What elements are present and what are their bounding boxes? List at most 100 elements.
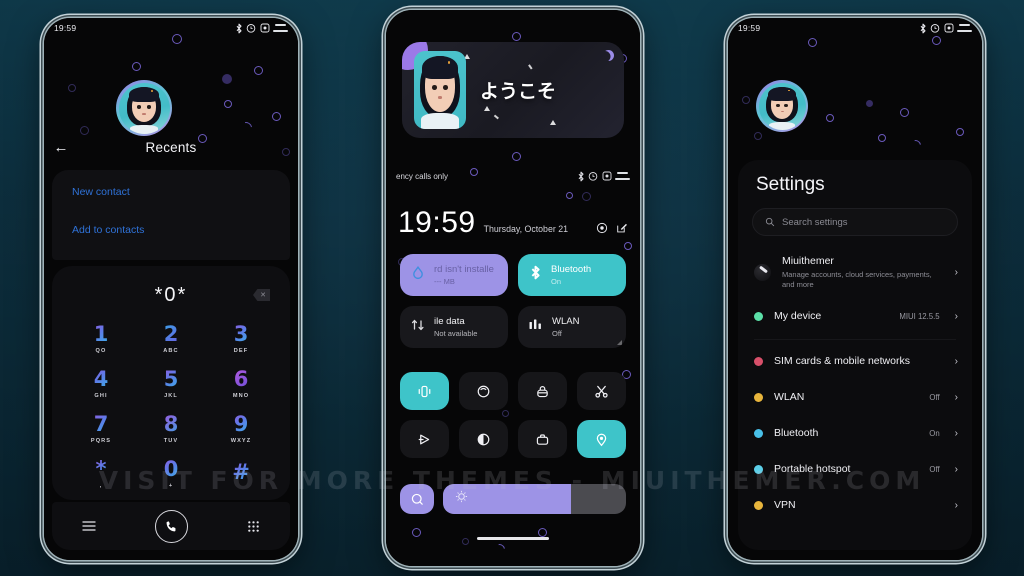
dialpad-digit: 7 [93,411,109,436]
scissors-screenshot-icon[interactable] [577,372,626,410]
dialpad-key-8[interactable]: 8 TUV [136,406,206,451]
dialpad-digit: 3 [233,321,249,346]
bluetooth-icon [528,264,543,286]
brightness-icon [455,490,468,508]
settings-divider [754,338,956,340]
dialpad-key-4[interactable]: 4 GHI [66,361,136,406]
menu-icon[interactable] [82,520,96,532]
phone-call-icon[interactable] [154,509,188,543]
brightness-slider[interactable] [443,484,626,514]
dialpad-key-star[interactable]: *, [66,451,136,496]
settings-row-account[interactable]: Miuithemer Manage accounts, cloud servic… [738,246,972,299]
chevron-right-icon: › [954,464,958,476]
account-name: Miuithemer [782,255,834,267]
edit-icon[interactable] [616,222,628,234]
backspace-icon[interactable]: ✕ [253,289,270,301]
qs-tile-storage-drop[interactable]: rd isn't installe --- MB [400,254,508,296]
settings-row-portable-hotspot[interactable]: Portable hotspot Off › [738,452,972,488]
battery-icon [273,24,288,32]
qs-tile-bluetooth[interactable]: Bluetooth On [518,254,626,296]
phone-2-screen: ようこそ ency calls only 19:59 Thursday, Oct… [386,10,640,566]
dialpad-letters: DEF [233,347,249,354]
status-time: 19:59 [54,23,77,33]
assistant-icon[interactable] [400,484,434,514]
avatar-image [118,82,170,134]
settings-row-dot-icon [754,312,763,322]
qs-tile-text: ile data Not available [434,316,477,337]
settings-row-text: My device [774,310,888,323]
dark-mode-icon[interactable] [459,420,508,458]
dialpad-key-hash[interactable]: # [206,451,276,496]
qs-tile-wifi-bars[interactable]: WLAN Off [518,306,626,348]
lock-icon[interactable] [518,372,567,410]
dialpad-digit: 5 [163,366,179,391]
dialpad-key-2[interactable]: 2 ABC [136,316,206,361]
dialpad-key-1[interactable]: 1 QO [66,316,136,361]
search-input[interactable]: Search settings [752,208,958,236]
chevron-right-icon: › [954,356,958,368]
settings-rows: My device MIUI 12.5.5 › SIM cards & mobile … [738,299,972,524]
dialpad-letters: GHI [94,392,108,399]
qs-tile-text: WLAN Off [552,316,579,337]
settings-row-sim-cards-mobile-networks[interactable]: SIM cards & mobile networks › [738,344,972,380]
qs-tile-label: ile data [434,316,465,328]
alarm-icon [930,24,940,33]
qs-tile-mobile-data[interactable]: ile data Not available [400,306,508,348]
settings-row-label: SIM cards & mobile networks [774,355,910,368]
dialpad-key-3[interactable]: 3 DEF [206,316,276,361]
dialer-header: ← Recents [44,140,298,155]
clock-actions [596,222,628,238]
dialpad-digit: # [232,459,250,484]
settings-row-vpn[interactable]: VPN › [738,488,972,524]
account-avatar [754,263,771,281]
settings-row-dot-icon [754,393,763,403]
status-time: 19:59 [738,23,761,33]
settings-row-dot-icon [754,465,763,475]
dialpad-icon[interactable] [247,520,260,533]
home-bar[interactable] [477,536,549,540]
dialpad-letters: JKL [164,392,178,399]
flashlight-icon[interactable] [459,372,508,410]
settings-row-dot-icon [754,357,763,367]
page-title: Recents [145,140,197,155]
dialpad-digit: 1 [93,321,109,346]
status-bar: 19:59 [44,18,298,38]
dialpad-digit: * [95,456,107,481]
dialpad-key-7[interactable]: 7 PQRS [66,406,136,451]
bluetooth-icon [578,171,584,181]
dialpad-digit: 2 [163,321,179,346]
avatar[interactable] [756,80,808,132]
dialpad-digit: 6 [233,366,249,391]
dialpad-key-0[interactable]: 0 + [136,451,206,496]
vibrate-icon[interactable] [400,372,449,410]
settings-row-bluetooth[interactable]: Bluetooth On › [738,416,972,452]
dialpad: *0* ✕ 1 QO 2 ABC 3 DEF 4 GHI 5 JKL 6 MNO 7 PQRS 8 TUV 9 W… [52,266,290,500]
add-to-contacts-link[interactable]: Add to contacts [72,224,270,236]
mobile-data-icon [410,317,426,338]
qs-tile-sub: Not available [434,328,478,338]
avatar-image [758,82,806,130]
settings-row-wlan[interactable]: WLAN Off › [738,380,972,416]
settings-row-value: Off [929,393,940,403]
new-contact-link[interactable]: New contact [72,186,270,198]
dialpad-digit: 4 [93,366,109,391]
welcome-widget[interactable]: ようこそ [402,42,624,138]
location-icon[interactable] [577,420,626,458]
settings-row-text: SIM cards & mobile networks [774,355,929,368]
dialpad-key-5[interactable]: 5 JKL [136,361,206,406]
dialpad-key-9[interactable]: 9 WXYZ [206,406,276,451]
qs-tile-label: rd isn't installe [434,264,494,276]
avatar[interactable] [116,80,172,136]
airplay-cast-icon[interactable] [400,420,449,458]
dialpad-letters: MNO [232,392,250,399]
camera-icon[interactable] [596,222,608,234]
dialpad-key-6[interactable]: 6 MNO [206,361,276,406]
settings-row-my-device[interactable]: My device MIUI 12.5.5 › [738,299,972,335]
settings-row-dot-icon [754,429,763,439]
dialpad-letters: TUV [163,437,179,444]
chevron-right-icon: › [954,428,958,440]
briefcase-icon[interactable] [518,420,567,458]
chevron-right-icon: › [954,500,958,512]
account-subtitle: Manage accounts, cloud services, payment… [782,270,932,289]
search-placeholder: Search settings [782,216,848,228]
